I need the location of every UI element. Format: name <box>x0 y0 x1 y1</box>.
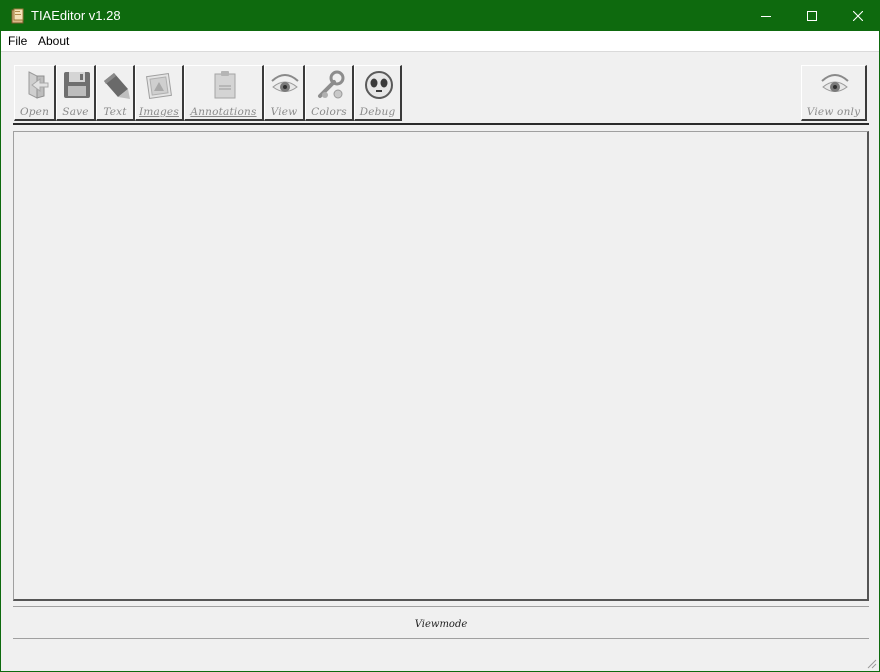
maximize-button[interactable] <box>789 1 835 31</box>
minimize-icon <box>761 16 771 17</box>
annotations-button[interactable]: Annotations <box>184 65 264 121</box>
wrench-icon <box>318 70 345 99</box>
app-window: TIAEditor v1.28 File About Open Save Tex… <box>0 0 880 672</box>
editor-canvas[interactable] <box>13 131 869 601</box>
open-label: Open <box>19 106 50 118</box>
notepad-icon <box>214 71 236 99</box>
maximize-icon <box>807 11 817 21</box>
save-label: Save <box>62 106 89 118</box>
close-icon <box>853 11 863 21</box>
view-only-label: View only <box>806 106 861 118</box>
debug-button[interactable]: Debug <box>354 65 402 121</box>
minimize-button[interactable] <box>743 1 789 31</box>
folder-open-icon <box>28 71 49 99</box>
window-title: TIAEditor v1.28 <box>31 8 121 23</box>
eye-icon <box>271 74 299 92</box>
text-label: Text <box>103 106 127 118</box>
pencil-icon <box>104 73 130 99</box>
close-button[interactable] <box>835 1 880 31</box>
status-divider-top <box>13 606 869 607</box>
images-label: Images <box>139 106 179 118</box>
skull-icon <box>365 71 393 99</box>
menu-bar: File About <box>1 31 879 52</box>
menu-file[interactable]: File <box>8 34 27 48</box>
debug-label: Debug <box>359 106 396 118</box>
title-bar[interactable]: TIAEditor v1.28 <box>1 1 879 31</box>
images-button[interactable]: Images <box>135 65 184 121</box>
view-button[interactable]: View <box>264 65 305 121</box>
app-icon <box>11 8 24 24</box>
colors-label: Colors <box>311 106 347 118</box>
text-button[interactable]: Text <box>96 65 135 121</box>
view-only-button[interactable]: View only <box>801 65 867 121</box>
colors-button[interactable]: Colors <box>305 65 354 121</box>
view-label: View <box>270 106 298 118</box>
status-divider-bottom <box>13 638 869 639</box>
image-frame-icon <box>146 73 172 99</box>
status-mode: Viewmode <box>414 619 468 630</box>
toolbar-divider <box>13 123 869 125</box>
floppy-disk-icon <box>64 72 90 98</box>
resize-grip-icon[interactable] <box>865 657 877 669</box>
save-button[interactable]: Save <box>56 65 96 121</box>
open-button[interactable]: Open <box>14 65 56 121</box>
menu-about[interactable]: About <box>38 34 69 48</box>
annotations-label: Annotations <box>190 106 257 118</box>
eye-icon <box>821 74 849 92</box>
